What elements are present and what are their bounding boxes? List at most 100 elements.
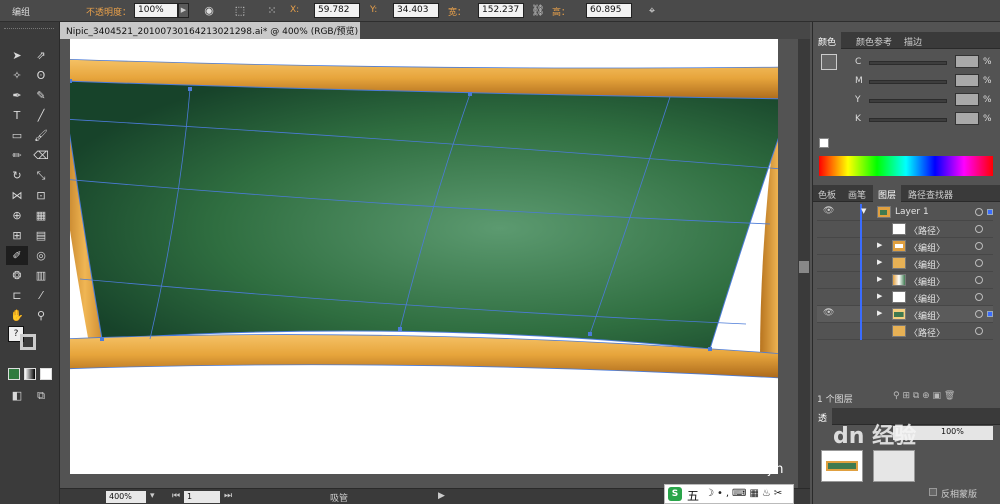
target-circle-icon[interactable]	[975, 276, 983, 284]
target-circle-icon[interactable]	[975, 208, 983, 216]
ime-tool-icons[interactable]: ☽•,⌨▦♨✂	[705, 488, 785, 499]
layer-row[interactable]: ▶ 〈编组〉	[817, 289, 993, 306]
hand-tool-icon[interactable]: ✋	[6, 306, 28, 325]
direct-selection-tool-icon[interactable]: ⇗	[30, 46, 52, 65]
rectangle-tool-icon[interactable]: ▭	[6, 126, 28, 145]
curvature-tool-icon[interactable]: ✎	[30, 86, 52, 105]
width-field[interactable]: 152.237	[478, 3, 524, 18]
selection-tool-icon[interactable]: ➤	[6, 46, 28, 65]
document-tab[interactable]: Nipic_3404521_20100730164213021298.ai* @…	[60, 22, 360, 39]
layer-row[interactable]: 〈路径〉	[817, 323, 993, 340]
paintbrush-tool-icon[interactable]: 🖌	[30, 126, 52, 145]
scroll-thumb[interactable]	[799, 261, 809, 273]
mesh-tool-icon[interactable]: ⊞	[6, 226, 28, 245]
gradient-tool-icon[interactable]: ▤	[30, 226, 52, 245]
channel-c-field[interactable]	[955, 55, 979, 68]
expand-triangle-icon[interactable]: ▶	[877, 292, 882, 300]
layer-row[interactable]: 〈路径〉	[817, 221, 993, 238]
expand-triangle-icon[interactable]: ▼	[861, 207, 866, 215]
channel-y-slider[interactable]	[869, 99, 947, 103]
channel-k-field[interactable]	[955, 112, 979, 125]
column-graph-tool-icon[interactable]: ▥	[30, 266, 52, 285]
stroke-swatch-icon[interactable]	[20, 334, 36, 350]
target-circle-icon[interactable]	[975, 327, 983, 335]
magic-wand-tool-icon[interactable]: ✧	[6, 66, 28, 85]
tab-color-guide[interactable]: 颜色参考	[851, 32, 897, 49]
draw-mode-icon[interactable]: ◧	[6, 386, 28, 405]
first-page-icon[interactable]: ⏮	[172, 491, 180, 501]
invert-mask-checkbox[interactable]	[929, 488, 937, 496]
y-field[interactable]: 34.403	[393, 3, 439, 18]
opacity-dropdown-icon[interactable]: ▶	[178, 3, 189, 18]
color-spectrum[interactable]	[819, 156, 993, 176]
tab-pathfinder[interactable]: 路径查找器	[903, 185, 958, 202]
rotate-tool-icon[interactable]: ↻	[6, 166, 28, 185]
last-page-icon[interactable]: ⏭	[224, 491, 232, 501]
slice-tool-icon[interactable]: ⁄	[30, 286, 52, 305]
channel-y-field[interactable]	[955, 93, 979, 106]
layer-row[interactable]: ▶ 〈编组〉	[817, 272, 993, 289]
tab-color[interactable]: 颜色	[813, 32, 842, 49]
zoom-tool-icon[interactable]: ⚲	[30, 306, 52, 325]
transform-icon[interactable]: ⬚	[232, 3, 248, 18]
tab-swatches[interactable]: 色板	[813, 185, 841, 202]
target-circle-icon[interactable]	[975, 310, 983, 318]
ime-logo-icon[interactable]: S	[668, 487, 682, 501]
vertical-scrollbar[interactable]	[798, 39, 810, 488]
target-circle-icon[interactable]	[975, 259, 983, 267]
channel-m-field[interactable]	[955, 74, 979, 87]
blend-tool-icon[interactable]: ◎	[30, 246, 52, 265]
layer-row[interactable]: ▶ 〈编组〉	[817, 255, 993, 272]
visibility-eye-icon[interactable]: 👁	[823, 308, 835, 318]
lasso-tool-icon[interactable]: ʘ	[30, 66, 52, 85]
free-transform-tool-icon[interactable]: ⊡	[30, 186, 52, 205]
artboard-tool-icon[interactable]: ⊏	[6, 286, 28, 305]
color-mode-icon[interactable]	[8, 368, 20, 380]
tab-layers[interactable]: 图层	[873, 185, 902, 202]
symbol-sprayer-tool-icon[interactable]: ❂	[6, 266, 28, 285]
opacity-label[interactable]: 不透明度：	[86, 5, 131, 18]
eyedropper-tool-icon[interactable]: ✐	[6, 246, 28, 265]
target-circle-icon[interactable]	[975, 242, 983, 250]
reference-point-icon[interactable]: ⁙	[264, 3, 280, 18]
align-icon[interactable]: ⌖	[644, 3, 660, 18]
status-arrow-icon[interactable]: ▶	[438, 491, 445, 501]
layer-row[interactable]: 👁 ▶ 〈编组〉	[817, 306, 993, 323]
channel-c-slider[interactable]	[869, 61, 947, 65]
width-tool-icon[interactable]: ⋈	[6, 186, 28, 205]
selection-square-icon[interactable]	[987, 209, 993, 215]
pencil-tool-icon[interactable]: ✏	[6, 146, 28, 165]
none-mode-icon[interactable]	[40, 368, 52, 380]
ime-mode-label[interactable]: 五	[687, 487, 699, 504]
eraser-tool-icon[interactable]: ⌫	[30, 146, 52, 165]
link-icon[interactable]: ⛓	[530, 3, 546, 18]
channel-k-slider[interactable]	[869, 118, 947, 122]
layer-row[interactable]: ▶ 〈编组〉	[817, 238, 993, 255]
shape-builder-tool-icon[interactable]: ⊕	[6, 206, 28, 225]
gradient-mode-icon[interactable]	[24, 368, 36, 380]
expand-triangle-icon[interactable]: ▶	[877, 309, 882, 317]
type-tool-icon[interactable]: T	[6, 106, 28, 125]
x-field[interactable]: 59.782	[314, 3, 360, 18]
zoom-field[interactable]: 400%	[106, 491, 146, 503]
screen-mode-icon[interactable]: ⧉	[30, 386, 52, 405]
target-circle-icon[interactable]	[975, 225, 983, 233]
globe-icon[interactable]: ◉	[201, 3, 217, 18]
mask-thumbnail[interactable]	[873, 450, 915, 482]
pen-tool-icon[interactable]: ✒	[6, 86, 28, 105]
line-tool-icon[interactable]: ╱	[30, 106, 52, 125]
visibility-eye-icon[interactable]: 👁	[823, 206, 835, 216]
artboard[interactable]	[70, 39, 778, 474]
selection-square-icon[interactable]	[987, 311, 993, 317]
height-field[interactable]: 60.895	[586, 3, 632, 18]
tab-brushes[interactable]: 画笔	[843, 185, 871, 202]
expand-triangle-icon[interactable]: ▶	[877, 241, 882, 249]
scale-tool-icon[interactable]: ⤡	[30, 166, 52, 185]
none-swatch-icon[interactable]	[819, 138, 829, 148]
expand-triangle-icon[interactable]: ▶	[877, 258, 882, 266]
page-field[interactable]: 1	[184, 491, 220, 503]
panel-grip[interactable]	[4, 28, 54, 32]
layer-row[interactable]: 👁 ▼ Layer 1	[817, 204, 993, 221]
zoom-dropdown-icon[interactable]: ▾	[150, 491, 155, 501]
layer-footer-icons[interactable]: ⚲ ⊞ ⧉ ⊕ ▣ 🗑	[893, 391, 955, 401]
